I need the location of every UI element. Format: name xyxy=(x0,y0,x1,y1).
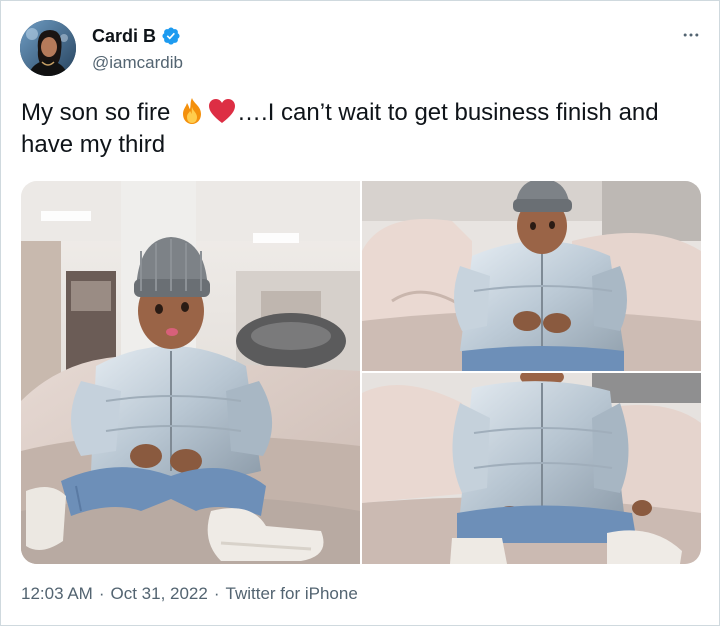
photo-toddler-bottom-right[interactable] xyxy=(362,373,701,564)
red-heart-emoji-icon xyxy=(207,97,237,125)
display-name-row: Cardi B xyxy=(92,25,181,47)
tweet-card: Cardi B @iamcardib My son so fire ….I ca… xyxy=(0,0,720,626)
tweet-text: My son so fire ….I can’t wait to get bus… xyxy=(21,97,701,161)
tweet-source[interactable]: Twitter for iPhone xyxy=(226,584,358,604)
fire-emoji-icon xyxy=(177,97,207,125)
photo-toddler-top-right[interactable] xyxy=(362,181,701,371)
photo-toddler-sitting-left[interactable] xyxy=(21,181,360,564)
tweet-meta: 12:03 AM · Oct 31, 2022 · Twitter for iP… xyxy=(21,584,358,604)
meta-separator: · xyxy=(98,584,105,603)
meta-separator: · xyxy=(213,584,220,603)
author-handle[interactable]: @iamcardib xyxy=(92,53,183,73)
verified-badge-icon xyxy=(161,26,181,46)
author-avatar[interactable] xyxy=(20,20,76,76)
tweet-time[interactable]: 12:03 AM xyxy=(21,584,93,604)
display-name[interactable]: Cardi B xyxy=(92,26,156,47)
tweet-date[interactable]: Oct 31, 2022 xyxy=(111,584,208,604)
media-grid xyxy=(21,181,701,564)
more-options-icon[interactable] xyxy=(679,23,703,47)
tweet-text-part-1: My son so fire xyxy=(21,99,178,126)
avatar-image xyxy=(20,20,76,76)
